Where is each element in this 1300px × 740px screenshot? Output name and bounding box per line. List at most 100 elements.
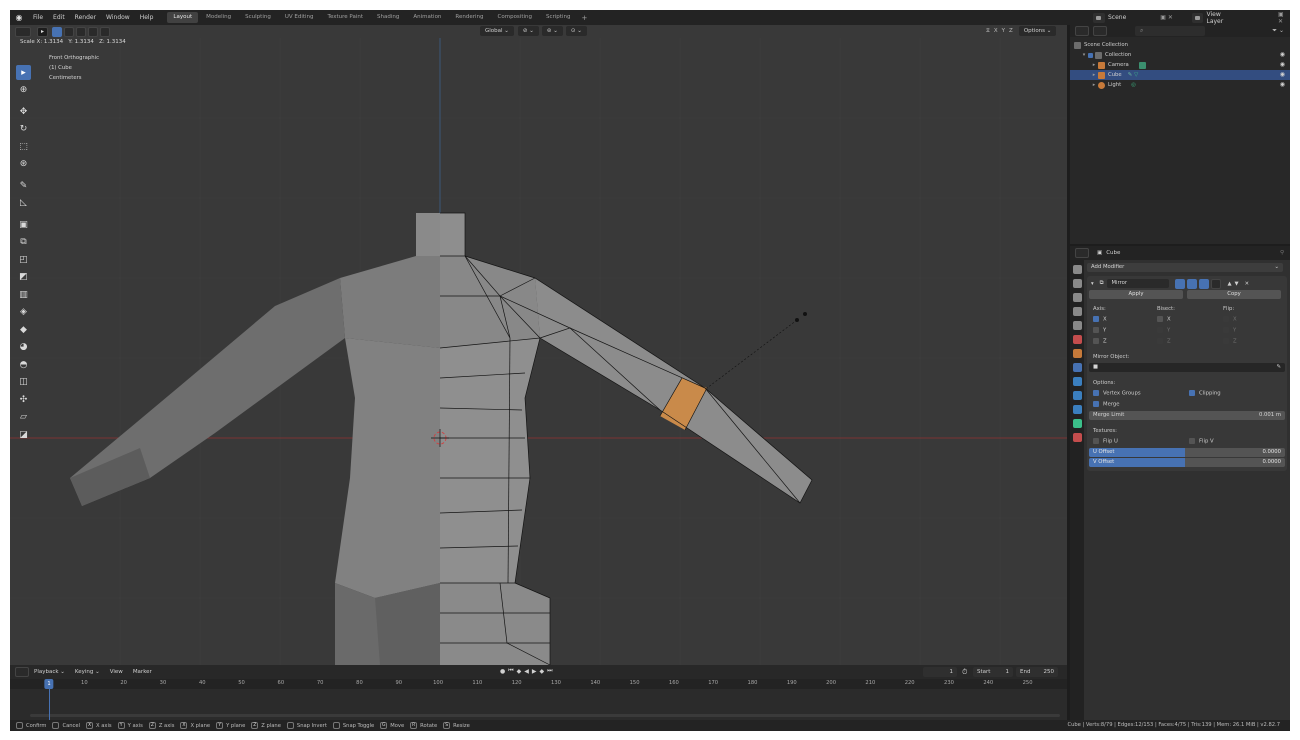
knife-tool-icon[interactable]: ◈ [16,305,31,320]
jump-start-icon[interactable]: ⏮ [508,667,513,675]
toggle-z[interactable]: Z [1009,28,1013,34]
options-dropdown[interactable]: Options ⌄ [1018,26,1057,36]
stopwatch-icon[interactable]: ⏱ [962,668,967,677]
constraints-tab-icon[interactable] [1072,405,1082,414]
expand-arrow-icon[interactable]: ▾ [1080,50,1088,60]
rotate-tool-icon[interactable]: ↻ [16,122,31,137]
outliner-row-collection[interactable]: ▾ Collection ◉ [1070,50,1290,60]
display-mode-button[interactable] [1093,26,1107,36]
scale-tool-icon[interactable]: ⬚ [16,139,31,154]
clipping-checkbox[interactable]: Clipping [1189,390,1221,397]
timeline-menu-playback[interactable]: Playback ⌄ [29,669,70,675]
flip-z-checkbox[interactable]: Z [1223,338,1237,345]
cursor-tool-icon[interactable]: ⊕ [16,83,31,98]
render-tab-icon[interactable] [1072,279,1082,288]
copy-button[interactable]: Copy [1187,290,1281,299]
world-tab-icon[interactable] [1072,335,1082,344]
remove-modifier-icon[interactable]: ✕ [1245,281,1249,287]
eyedropper-icon[interactable]: ✎ [1277,363,1281,372]
data-tab-icon[interactable] [1072,419,1082,428]
select-extend-icon[interactable] [64,26,74,37]
v-offset-slider[interactable]: V Offset 0.0000 [1089,457,1285,467]
outliner-row-light[interactable]: ▸ Light ◎ ◉ [1070,80,1290,90]
output-tab-icon[interactable] [1072,293,1082,302]
bisect-x-checkbox[interactable]: X [1157,316,1223,323]
timeline-scrollbar[interactable] [30,714,1060,717]
outliner-row-scene-collection[interactable]: Scene Collection [1070,40,1290,50]
merge-checkbox[interactable]: Merge [1093,401,1120,408]
select-invert-icon[interactable] [88,26,98,37]
scene-name[interactable]: Scene [1108,14,1126,21]
loop-cut-tool-icon[interactable]: ▥ [16,287,31,302]
material-tab-icon[interactable] [1072,433,1082,442]
poly-build-tool-icon[interactable]: ◆ [16,322,31,337]
vertex-dot[interactable] [803,312,807,316]
play-icon[interactable]: ▶ [532,668,537,675]
select-intersect-icon[interactable] [100,26,110,37]
current-frame-marker[interactable]: 1 [44,679,54,689]
view-layer-browse-icon[interactable]: ▣ ✕ [1278,11,1290,25]
smooth-tool-icon[interactable]: ◓ [16,357,31,372]
tab-uv-editing[interactable]: UV Editing [279,12,320,23]
measure-tool-icon[interactable]: ◺ [16,196,31,211]
scene-tab-icon[interactable] [1072,321,1082,330]
show-on-cage-icon[interactable] [1211,278,1222,289]
timeline-menu-view[interactable]: View [105,669,128,675]
current-frame-field[interactable]: 1 [923,667,957,677]
tab-shading[interactable]: Shading [371,12,405,23]
edge-slide-tool-icon[interactable]: ◫ [16,375,31,390]
end-frame-field[interactable]: End 250 [1016,667,1058,677]
select-new-icon[interactable] [52,26,62,37]
outliner-row-camera[interactable]: ▸ Camera ◉ [1070,60,1290,70]
tab-layout[interactable]: Layout [167,12,199,23]
object-tab-icon[interactable] [1072,349,1082,358]
flip-v-checkbox[interactable]: Flip V [1189,438,1214,445]
mesh-canvas[interactable] [10,38,1067,665]
tab-animation[interactable]: Animation [407,12,447,23]
timeline-menu-keying[interactable]: Keying ⌄ [70,669,105,675]
add-workspace-button[interactable]: + [577,14,591,22]
toggle-y[interactable]: Y [1002,28,1005,34]
eye-icon[interactable]: ◉ [1280,60,1285,70]
editor-type-button[interactable] [15,26,31,37]
collapse-arrow-icon[interactable]: ▾ [1091,281,1094,287]
show-editmode-icon[interactable] [1199,278,1210,289]
exclude-checkbox[interactable] [1088,52,1093,58]
eye-icon[interactable]: ◉ [1280,80,1285,90]
spin-tool-icon[interactable]: ◕ [16,340,31,355]
merge-limit-field[interactable]: Merge Limit 0.001 m [1089,411,1285,420]
physics-tab-icon[interactable] [1072,391,1082,400]
prev-keyframe-icon[interactable]: ◆ [517,668,522,675]
select-mode-icon[interactable]: ▸ [37,26,48,37]
proportional-edit-icon[interactable]: ⊙ ⌄ [565,26,587,36]
expand-arrow-icon[interactable]: ▸ [1090,60,1098,70]
outliner[interactable]: ⌕ ⏷ ⌄ Scene Collection ▾ Collection ◉ ▸ … [1070,25,1290,244]
bisect-z-checkbox[interactable]: Z [1157,338,1223,345]
shrink-fatten-tool-icon[interactable]: ✣ [16,392,31,407]
axis-y-checkbox[interactable]: Y [1093,327,1157,334]
flip-x-checkbox[interactable]: X [1223,316,1237,323]
properties-editor[interactable]: ▣ Cube ⚲ Add Modifier ⌄ ▾ ⧉ Mirror ▲ ▼ ✕… [1070,246,1290,720]
eye-icon[interactable]: ◉ [1280,70,1285,80]
record-icon[interactable]: ● [500,668,505,675]
play-reverse-icon[interactable]: ◀ [524,668,529,675]
flip-u-checkbox[interactable]: Flip U [1093,438,1189,445]
timeline-editor-type-button[interactable] [15,667,29,677]
tab-rendering[interactable]: Rendering [449,12,489,23]
blender-logo-icon[interactable]: ◉ [14,13,24,23]
bevel-tool-icon[interactable]: ◩ [16,270,31,285]
playhead-line[interactable] [49,689,50,720]
tab-compositing[interactable]: Compositing [492,12,538,23]
snap-icon[interactable]: ⊚ ⌄ [541,26,563,36]
tool-tab-icon[interactable] [1072,265,1082,274]
u-offset-slider[interactable]: U Offset 0.0000 [1089,447,1285,457]
rip-tool-icon[interactable]: ◪ [16,427,31,442]
pivot-point-icon[interactable]: ⊘ ⌄ [517,26,539,36]
annotate-tool-icon[interactable]: ✎ [16,178,31,193]
move-tool-icon[interactable]: ✥ [16,104,31,119]
inset-tool-icon[interactable]: ◰ [16,252,31,267]
filter-icon[interactable]: ⏷ ⌄ [1272,27,1284,35]
pin-icon[interactable]: ⚲ [1280,250,1284,256]
jump-end-icon[interactable]: ⏭ [547,667,552,675]
view-layer-selector[interactable]: View Layer ▣ ✕ [1192,10,1290,25]
